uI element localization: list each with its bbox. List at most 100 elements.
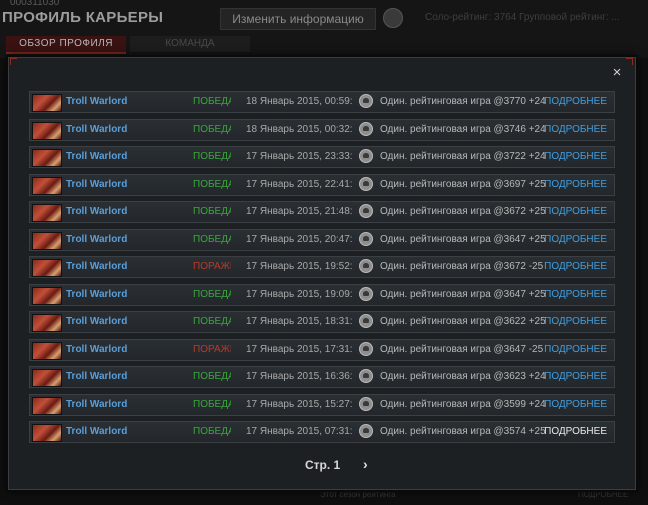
- match-date: 17 Январь 2015, 19:52:1: [246, 261, 352, 272]
- match-row[interactable]: Troll Warlord ПОБЕДА 17 Январь 2015, 21:48…: [29, 201, 615, 223]
- match-row[interactable]: Troll Warlord ПОБЕДА 17 Январь 2015, 19:09…: [29, 283, 615, 306]
- match-row[interactable]: Troll Warlord ПОБЕДА 17 Январь 2015, 23:33…: [29, 146, 615, 168]
- match-date: 17 Январь 2015, 20:47:2: [246, 233, 352, 245]
- hero-name[interactable]: Troll Warlord: [66, 151, 127, 162]
- match-mode: Один. рейтинговая игра @3599 +24: [380, 398, 546, 410]
- match-result: ПОБЕДА: [193, 96, 231, 107]
- match-date: 17 Январь 2015, 16:36:2: [246, 371, 352, 382]
- tab-profile-overview[interactable]: ОБЗОР ПРОФИЛЯ: [6, 36, 126, 54]
- hero-name[interactable]: Troll Warlord: [66, 234, 127, 245]
- details-link[interactable]: ПОДРОБНЕЕ: [544, 234, 607, 245]
- match-mode: Один. рейтинговая игра @3574 +25: [380, 426, 546, 437]
- game-mode-icon: [359, 424, 373, 438]
- match-date: 17 Январь 2015, 19:09:5: [246, 288, 352, 300]
- match-mode: Один. рейтинговая игра @3647 +25: [380, 288, 546, 300]
- edit-info-button[interactable]: Изменить информацию: [220, 8, 376, 30]
- tab-team[interactable]: КОМАНДА: [130, 36, 250, 52]
- details-link[interactable]: ПОДРОБНЕЕ: [544, 344, 607, 355]
- match-row[interactable]: Troll Warlord ПОБЕДА 17 Январь 2015, 18:31…: [29, 311, 615, 333]
- match-mode: Один. рейтинговая игра @3647 +25: [380, 233, 546, 245]
- match-mode: Один. рейтинговая игра @3697 +25: [380, 178, 546, 190]
- hero-portrait: [32, 121, 62, 140]
- rating-icon: [383, 8, 403, 28]
- match-mode: Один. рейтинговая игра @3770 +24: [380, 96, 546, 107]
- hero-name[interactable]: Troll Warlord: [66, 289, 127, 300]
- match-row[interactable]: Troll Warlord ПОБЕДА 17 Январь 2015, 16:36…: [29, 366, 615, 388]
- ratings-text: Соло-рейтинг: 3764 Групповой рейтинг: ..…: [425, 12, 620, 23]
- hero-name[interactable]: Troll Warlord: [66, 316, 127, 327]
- hero-portrait: [32, 369, 62, 387]
- match-mode: Один. рейтинговая игра @3672 +25: [380, 206, 546, 217]
- details-link[interactable]: ПОДРОБНЕЕ: [544, 151, 607, 162]
- match-result: ПОБЕДА: [193, 206, 231, 217]
- hero-name[interactable]: Troll Warlord: [66, 426, 127, 437]
- hero-portrait: [32, 341, 62, 360]
- details-link[interactable]: ПОДРОБНЕЕ: [544, 179, 607, 190]
- match-date: 17 Январь 2015, 17:31:4: [246, 343, 352, 355]
- hero-portrait: [32, 286, 62, 305]
- match-row[interactable]: Troll Warlord ПОБЕДА 18 Январь 2015, 00:59…: [29, 91, 615, 113]
- match-result: ПОБЕДА: [193, 151, 231, 162]
- game-mode-icon: [359, 204, 373, 218]
- match-result: ПОБЕДА: [193, 288, 231, 300]
- game-mode-icon: [359, 121, 373, 136]
- match-result: ПОБЕДА: [193, 316, 231, 327]
- details-link[interactable]: ПОДРОБНЕЕ: [544, 371, 607, 382]
- match-mode: Один. рейтинговая игра @3672 -25: [380, 261, 544, 272]
- details-link[interactable]: ПОДРОБНЕЕ: [544, 261, 607, 272]
- account-id: 000311030: [10, 0, 60, 8]
- hero-name[interactable]: Troll Warlord: [66, 179, 127, 190]
- hero-name[interactable]: Troll Warlord: [66, 96, 127, 107]
- match-mode: Один. рейтинговая игра @3647 -25: [380, 343, 544, 355]
- details-link[interactable]: ПОДРОБНЕЕ: [544, 96, 607, 107]
- hero-portrait: [32, 231, 62, 250]
- background-footer-text: Этот сезон рейтинга: [320, 490, 396, 499]
- hero-portrait: [32, 396, 62, 415]
- match-result: ПОБЕДА: [193, 426, 231, 437]
- hero-name[interactable]: Troll Warlord: [66, 124, 127, 135]
- details-link[interactable]: ПОДРОБНЕЕ: [544, 206, 607, 217]
- hero-name[interactable]: Troll Warlord: [66, 344, 127, 355]
- next-page-icon[interactable]: ›: [363, 456, 368, 472]
- background-footer-details[interactable]: ПОДРОБНЕЕ: [578, 490, 628, 499]
- hero-name[interactable]: Troll Warlord: [66, 371, 127, 382]
- game-mode-icon: [359, 341, 373, 356]
- details-link[interactable]: ПОДРОБНЕЕ: [544, 316, 607, 327]
- game-mode-icon: [359, 259, 373, 273]
- hero-portrait: [32, 314, 62, 332]
- match-mode: Один. рейтинговая игра @3622 +25: [380, 316, 546, 327]
- details-link[interactable]: ПОДРОБНЕЕ: [544, 289, 607, 300]
- match-date: 17 Январь 2015, 22:41:1: [246, 178, 352, 190]
- match-result: ПОБЕДА: [193, 398, 231, 410]
- details-link[interactable]: ПОДРОБНЕЕ: [544, 426, 607, 437]
- match-date: 17 Январь 2015, 21:48:5: [246, 206, 352, 217]
- match-mode: Один. рейтинговая игра @3746 +24: [380, 123, 546, 135]
- match-date: 17 Январь 2015, 07:31:4: [246, 426, 352, 437]
- match-row[interactable]: Troll Warlord ПОБЕДА 18 Январь 2015, 00:32…: [29, 118, 615, 141]
- match-list: Troll Warlord ПОБЕДА 18 Январь 2015, 00:59…: [29, 91, 615, 449]
- game-mode-icon: [359, 149, 373, 163]
- close-icon[interactable]: ×: [610, 65, 624, 80]
- hero-portrait: [32, 204, 62, 222]
- details-link[interactable]: ПОДРОБНЕЕ: [544, 399, 607, 410]
- game-mode-icon: [359, 231, 373, 246]
- game-mode-icon: [359, 94, 373, 108]
- match-row[interactable]: Troll Warlord ПОБЕДА 17 Январь 2015, 20:47…: [29, 228, 615, 251]
- match-row[interactable]: Troll Warlord ПОРАЖЕНИ 17 Январь 2015, 19:…: [29, 256, 615, 278]
- match-row[interactable]: Troll Warlord ПОРАЖЕНИ 17 Январь 2015, 17:…: [29, 338, 615, 361]
- match-result: ПОБЕДА: [193, 123, 231, 135]
- game-mode-icon: [359, 286, 373, 301]
- match-row[interactable]: Troll Warlord ПОБЕДА 17 Январь 2015, 15:27…: [29, 393, 615, 416]
- match-result: ПОБЕДА: [193, 178, 231, 190]
- hero-portrait: [32, 94, 62, 112]
- hero-name[interactable]: Troll Warlord: [66, 206, 127, 217]
- match-row[interactable]: Troll Warlord ПОБЕДА 17 Январь 2015, 22:41…: [29, 173, 615, 196]
- match-date: 18 Январь 2015, 00:59:4: [246, 96, 352, 107]
- details-link[interactable]: ПОДРОБНЕЕ: [544, 124, 607, 135]
- game-mode-icon: [359, 176, 373, 191]
- hero-name[interactable]: Troll Warlord: [66, 399, 127, 410]
- hero-name[interactable]: Troll Warlord: [66, 261, 127, 272]
- page-title: ПРОФИЛЬ КАРЬЕРЫ: [2, 9, 164, 26]
- game-mode-icon: [359, 369, 373, 383]
- match-row[interactable]: Troll Warlord ПОБЕДА 17 Январь 2015, 07:31…: [29, 421, 615, 443]
